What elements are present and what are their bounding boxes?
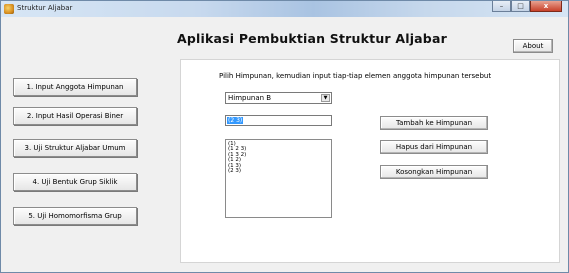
element-input-value: (2 3) — [227, 117, 244, 124]
element-input[interactable]: (2 3) — [225, 115, 332, 126]
input-panel: Pilih Himpunan, kemudian input tiap-tiap… — [180, 59, 560, 263]
sidebar-item-uji-struktur[interactable]: 3. Uji Struktur Aljabar Umum — [13, 139, 137, 157]
window-title: Struktur Aljabar — [17, 4, 73, 12]
set-select-value: Himpunan B — [228, 94, 272, 102]
remove-from-set-button[interactable]: Hapus dari Himpunan — [380, 140, 488, 154]
about-button[interactable]: About — [513, 39, 553, 53]
set-elements-list[interactable]: (1) (1 2 3) (1 3 2) (1 2) (1 3) (2 3) — [225, 139, 332, 218]
list-item[interactable]: (2 3) — [228, 168, 329, 174]
instruction-text: Pilih Himpunan, kemudian input tiap-tiap… — [219, 72, 492, 80]
maximize-button[interactable]: □ — [511, 1, 530, 12]
page-title: Aplikasi Pembuktian Struktur Aljabar — [177, 31, 447, 46]
title-bar[interactable]: Struktur Aljabar – □ x — [1, 1, 568, 17]
sidebar-item-input-operasi[interactable]: 2. Input Hasil Operasi Biner — [13, 107, 137, 125]
close-button[interactable]: x — [530, 1, 562, 12]
set-select[interactable]: Himpunan B ▼ — [225, 92, 332, 104]
clear-set-button[interactable]: Kosongkan Himpunan — [380, 165, 488, 179]
main-client-area: Aplikasi Pembuktian Struktur Aljabar Abo… — [7, 18, 562, 268]
sidebar-item-uji-homomorfisma[interactable]: 5. Uji Homomorfisma Grup — [13, 207, 137, 225]
minimize-button[interactable]: – — [492, 1, 511, 12]
sidebar-item-input-anggota[interactable]: 1. Input Anggota Himpunan — [13, 78, 137, 96]
add-to-set-button[interactable]: Tambah ke Himpunan — [380, 116, 488, 130]
sidebar-item-uji-siklik[interactable]: 4. Uji Bentuk Grup Siklik — [13, 173, 137, 191]
window-controls: – □ x — [492, 1, 562, 12]
app-icon — [4, 4, 14, 14]
app-window: Struktur Aljabar – □ x Aplikasi Pembukti… — [0, 0, 569, 273]
chevron-down-icon[interactable]: ▼ — [321, 94, 330, 102]
